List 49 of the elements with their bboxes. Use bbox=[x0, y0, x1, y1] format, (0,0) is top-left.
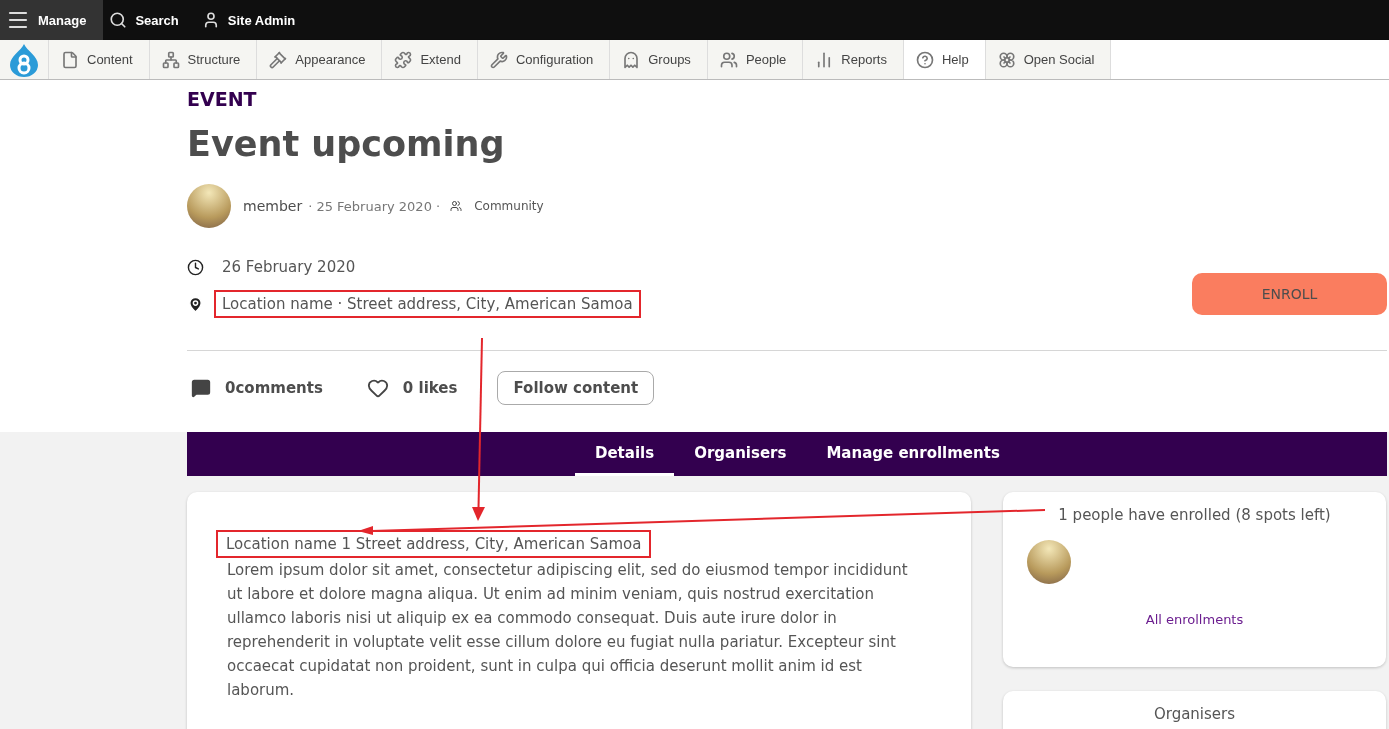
flower-icon bbox=[997, 50, 1016, 69]
tray-item[interactable]: Structure bbox=[149, 40, 258, 79]
toolbar-item[interactable]: Site Admin bbox=[195, 0, 313, 40]
file-icon bbox=[61, 50, 79, 69]
tab[interactable]: Details bbox=[575, 432, 675, 476]
comment-icon bbox=[191, 378, 211, 398]
enrollment-summary: 1 people have enrolled (8 spots left) bbox=[1058, 506, 1331, 524]
wrench-icon bbox=[489, 50, 508, 69]
group-name[interactable]: Community bbox=[474, 199, 544, 213]
author-name[interactable]: member bbox=[243, 198, 303, 214]
post-date: · 25 February 2020 · bbox=[308, 198, 441, 214]
avatar[interactable] bbox=[187, 184, 231, 228]
likes-count: 0 likes bbox=[402, 379, 458, 397]
toolbar-item[interactable]: Manage bbox=[0, 0, 104, 40]
clock-icon bbox=[187, 258, 204, 276]
tray-item[interactable]: Reports bbox=[803, 40, 904, 79]
tray-item[interactable]: Content bbox=[49, 40, 150, 79]
tray-item[interactable]: Configuration bbox=[477, 40, 611, 79]
ghost-icon bbox=[622, 50, 641, 69]
location-pin-icon bbox=[187, 295, 204, 313]
event-location: Location name · Street address, City, American Samoa bbox=[222, 295, 633, 313]
group-icon bbox=[450, 200, 463, 212]
tray-item[interactable]: Help bbox=[903, 40, 986, 79]
tray-item[interactable]: Extend bbox=[382, 40, 478, 79]
search-icon bbox=[109, 11, 128, 29]
drop-logo-icon[interactable] bbox=[9, 42, 39, 77]
all-enrollments-link[interactable]: All enrollments bbox=[1145, 612, 1244, 627]
help-icon bbox=[915, 50, 934, 69]
avatar[interactable] bbox=[1027, 540, 1071, 584]
tray-item[interactable]: People bbox=[707, 40, 804, 79]
tray-item[interactable]: Groups bbox=[610, 40, 708, 79]
tab[interactable]: Manage enrollments bbox=[806, 432, 1020, 476]
event-title: Event upcoming bbox=[187, 124, 506, 164]
comments-count[interactable]: 0comments bbox=[225, 379, 323, 397]
event-date: 26 February 2020 bbox=[222, 258, 356, 276]
tray-item[interactable]: Appearance bbox=[257, 40, 383, 79]
gavel-icon bbox=[269, 50, 288, 69]
tray-item[interactable]: Open Social bbox=[985, 40, 1112, 79]
sitemap-icon bbox=[161, 50, 180, 69]
heart-icon[interactable] bbox=[366, 377, 389, 399]
toolbar-item[interactable]: Search bbox=[103, 0, 196, 40]
organisers-title: Organisers bbox=[1153, 705, 1236, 723]
follow-button[interactable]: Follow content bbox=[497, 371, 655, 405]
description-text: Lorem ipsum dolor sit amet, consectetur adipiscing elit, sed do eiusmod tempor incididunt ut labore et dolore magna aliqua. Ut enim ad minim veniam, quis nostrud exercitation ullamco laboris nisi ut aliquip ex ea commodo consequat. Duis aute irure dolor in reprehenderit in voluptate velit esse cillum dolore eu fugiat nulla pariatur. Excepteur sint occaecat cupidatat non proident, sunt in culpa qui officia deserunt mollit anim id est laborum. bbox=[227, 560, 909, 701]
location-text: Location name 1 Street address, City, American Samoa bbox=[226, 535, 642, 553]
people-icon bbox=[719, 50, 738, 69]
puzzle-icon bbox=[394, 50, 413, 69]
content-type-label: EVENT bbox=[187, 88, 258, 110]
tab[interactable]: Organisers bbox=[674, 432, 807, 476]
